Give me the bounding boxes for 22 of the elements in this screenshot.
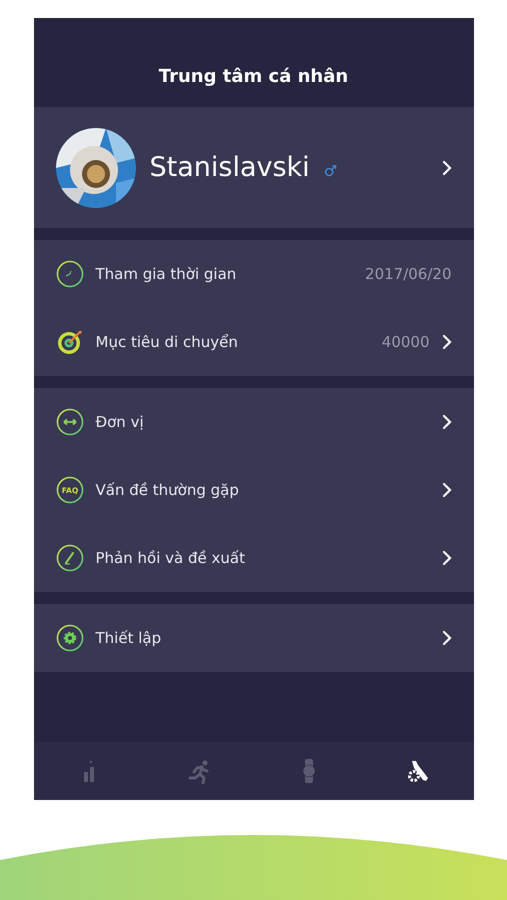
row-label: Tham gia thời gian	[96, 265, 238, 283]
row-label: Phản hồi và đề xuất	[96, 549, 246, 567]
settings-row[interactable]: Đơn vị	[34, 388, 474, 456]
gender-symbol: ♂	[324, 162, 338, 180]
clock-icon	[56, 260, 84, 288]
pen-icon	[56, 544, 84, 572]
profile-card[interactable]: Stanislavski ♂	[34, 107, 474, 228]
row-value: 2017/06/20	[365, 265, 452, 283]
row-label: Thiết lập	[96, 629, 162, 647]
user-name: Stanislavski	[150, 152, 310, 183]
settings-row[interactable]: Tham gia thời gian 2017/06/20	[34, 240, 474, 308]
row-label: Đơn vị	[96, 413, 145, 431]
row-label: Vấn đề thường gặp	[96, 481, 240, 499]
gear-icon	[56, 624, 84, 652]
settings-row[interactable]: Mục tiêu di chuyển 40000	[34, 308, 474, 376]
chevron-right-icon	[442, 160, 452, 176]
settings-row[interactable]: Thiết lập	[34, 604, 474, 672]
row-value: 40000	[382, 333, 430, 351]
row-label: Mục tiêu di chuyển	[96, 333, 239, 351]
page-title: Trung tâm cá nhân	[158, 66, 348, 87]
target-icon	[56, 328, 84, 356]
settings-row[interactable]: Phản hồi và đề xuất	[34, 524, 474, 592]
